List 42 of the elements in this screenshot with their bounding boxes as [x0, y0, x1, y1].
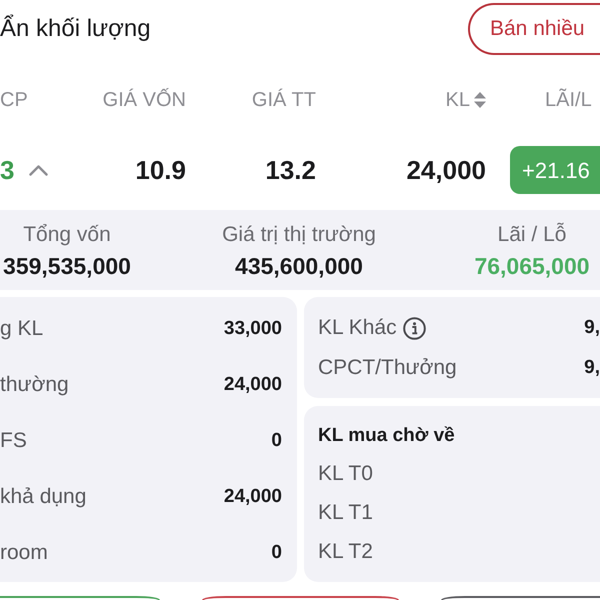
hide-volume-link[interactable]: Ẩn khối lượng — [0, 14, 151, 44]
section-title: KL mua chờ về — [318, 424, 456, 448]
column-header: GIÁ TT — [252, 88, 316, 112]
detail-value: 9, — [584, 356, 600, 380]
column-header: CP — [0, 89, 28, 111]
detail-value: 24,000 — [224, 373, 282, 397]
detail-label: KL T0 — [318, 460, 373, 486]
chevron-up-icon[interactable] — [29, 164, 48, 176]
detail-label: thường — [0, 372, 69, 398]
table-cell-text: 10.9 — [134, 155, 186, 185]
detail-label: KL T2 — [318, 538, 373, 564]
table-cell-text: 13.2 — [264, 155, 316, 185]
ticker-symbol: 3 — [0, 155, 14, 185]
detail-label: KL Khác — [318, 315, 397, 341]
summary-label: Giá trị thị trường — [222, 222, 376, 248]
column-header[interactable]: KL — [446, 88, 470, 112]
summary-value: 435,600,000 — [235, 252, 363, 281]
info-icon[interactable] — [402, 316, 426, 340]
outlined-button[interactable] — [441, 596, 600, 600]
sell-multiple-button[interactable]: Bán nhiều — [468, 3, 600, 55]
detail-label: KL T1 — [318, 500, 373, 526]
detail-label: CPCT/Thưởng — [318, 355, 457, 381]
profit-badge[interactable]: +21.16 — [510, 146, 600, 194]
summary-label: Lãi / Lỗ — [498, 222, 566, 248]
column-header: GIÁ VỐN — [102, 88, 186, 112]
outlined-button[interactable] — [0, 596, 160, 600]
detail-value: 24,000 — [224, 485, 282, 509]
sort-icon[interactable] — [474, 92, 486, 108]
detail-label: g KL — [0, 316, 44, 342]
detail-value: 33,000 — [224, 317, 282, 341]
detail-label: khả dụng — [0, 484, 86, 510]
detail-label: FS — [0, 428, 27, 454]
summary-label: Tổng vốn — [23, 222, 111, 248]
detail-label: room — [0, 540, 48, 566]
detail-value: 0 — [271, 429, 282, 453]
summary-value: 76,065,000 — [474, 252, 590, 281]
table-cell-text: 24,000 — [405, 155, 486, 185]
detail-value: 9, — [584, 316, 600, 340]
outlined-button[interactable] — [202, 596, 399, 600]
summary-value: 359,535,000 — [3, 252, 131, 281]
detail-value: 0 — [271, 541, 282, 565]
column-header: LÃI/L — [545, 89, 592, 111]
